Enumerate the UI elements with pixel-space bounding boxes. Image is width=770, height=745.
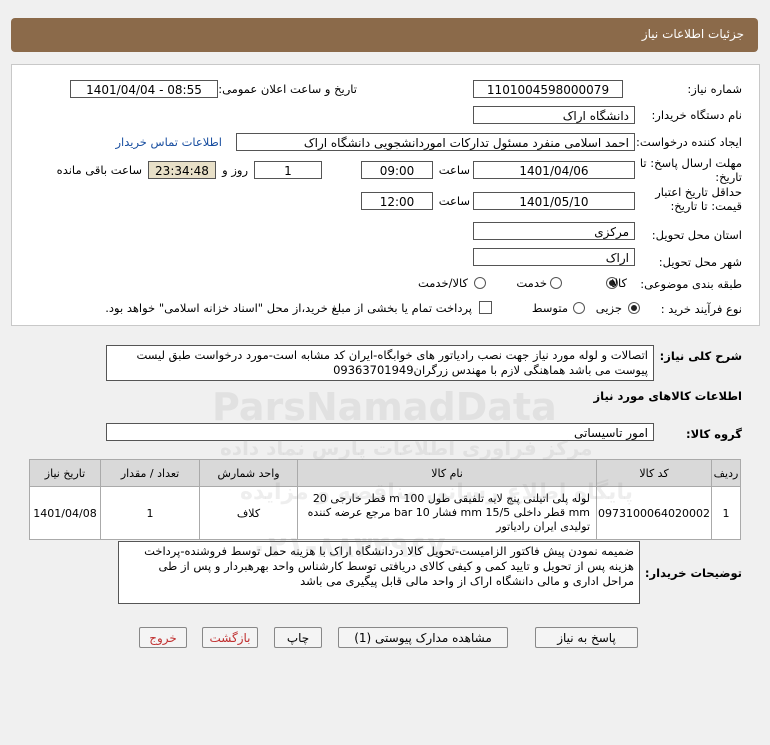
city-field: اراک <box>473 248 635 266</box>
buyer-notes-field: ضمیمه نمودن پیش فاکتور الزامیست-تحویل کا… <box>118 541 640 604</box>
deadline-label: مهلت ارسال پاسخ: تا تاریخ: <box>639 156 742 184</box>
col-name: نام کالا <box>297 459 598 487</box>
category-service-label: خدمت <box>516 276 547 290</box>
col-qty: تعداد / مقدار <box>100 459 201 487</box>
cell-unit: کلاف <box>199 486 299 540</box>
creator-field: احمد اسلامی منفرد مسئول تدارکات اموردانش… <box>236 133 635 151</box>
cell-name: لوله پلی اتیلنی پنج لایه تلفیقی طول m 10… <box>297 486 598 540</box>
attachments-button[interactable]: مشاهده مدارک پیوستی (1) <box>338 627 508 648</box>
category-goods-service-radio[interactable] <box>474 277 486 289</box>
page-title: جزئیات اطلاعات نیاز <box>641 27 744 41</box>
announce-label: تاریخ و ساعت اعلان عمومی: <box>218 82 357 96</box>
treasury-text: پرداخت تمام یا بخشی از مبلغ خرید،از محل … <box>105 301 472 315</box>
validity-time-label: ساعت <box>438 194 470 208</box>
remaining-time-field: 23:34:48 <box>148 161 216 179</box>
buyer-notes-label: توضیحات خریدار: <box>644 566 742 580</box>
goods-section-title: اطلاعات کالاهای مورد نیاز <box>593 389 742 403</box>
buyer-field: دانشگاه اراک <box>473 106 635 124</box>
treasury-checkbox[interactable] <box>479 301 492 314</box>
goods-table: ردیف کد کالا نام کالا واحد شمارش تعداد /… <box>28 459 741 540</box>
process-medium-label: متوسط <box>531 301 568 315</box>
goods-group-label: گروه کالا: <box>686 427 742 441</box>
cell-row: 1 <box>711 486 741 540</box>
print-button[interactable]: چاپ <box>274 627 322 648</box>
goods-group-field: امور تاسیساتی <box>106 423 654 441</box>
col-date: تاریخ نیاز <box>28 459 102 487</box>
province-field: مرکزی <box>473 222 635 240</box>
deadline-date-field: 1401/04/06 <box>473 161 635 179</box>
category-service-radio[interactable] <box>550 277 562 289</box>
col-unit: واحد شمارش <box>199 459 299 487</box>
process-label: نوع فرآیند خرید : <box>660 302 742 316</box>
validity-date-field: 1401/05/10 <box>473 192 635 210</box>
validity-label: حداقل تاریخ اعتبار قیمت: تا تاریخ: <box>655 185 742 213</box>
cell-qty: 1 <box>100 486 201 540</box>
back-button[interactable]: بازگشت <box>202 627 258 648</box>
buyer-label: نام دستگاه خریدار: <box>651 108 742 122</box>
announce-field: 1401/04/04 - 08:55 <box>70 80 218 98</box>
cell-code: 0973100064020002 <box>596 486 712 540</box>
contact-buyer-link[interactable]: اطلاعات تماس خریدار <box>115 135 222 149</box>
col-row: ردیف <box>711 459 741 487</box>
reply-button[interactable]: پاسخ به نیاز <box>535 627 638 648</box>
city-label: شهر محل تحویل: <box>658 255 742 269</box>
exit-button[interactable]: خروج <box>139 627 187 648</box>
need-number-field: 1101004598000079 <box>473 80 623 98</box>
category-label: طبقه بندی موضوعی: <box>640 277 742 291</box>
deadline-time-field: 09:00 <box>361 161 433 179</box>
creator-label: ایجاد کننده درخواست: <box>636 135 742 149</box>
col-code: کد کالا <box>596 459 712 487</box>
page-header: جزئیات اطلاعات نیاز <box>11 18 758 52</box>
description-field: اتصالات و لوله مورد نیاز جهت نصب رادیاتو… <box>106 345 654 381</box>
validity-time-field: 12:00 <box>361 192 433 210</box>
days-label: روز و <box>222 163 248 177</box>
category-goods-service-label: کالا/خدمت <box>417 276 468 290</box>
process-minor-radio[interactable] <box>628 302 640 314</box>
province-label: استان محل تحویل: <box>651 228 742 242</box>
deadline-time-label: ساعت <box>438 163 470 177</box>
remaining-label: ساعت باقی مانده <box>56 163 142 177</box>
days-field: 1 <box>254 161 322 179</box>
category-goods-label: کالا <box>611 276 627 290</box>
process-minor-label: جزیی <box>595 301 622 315</box>
description-label: شرح کلی نیاز: <box>659 349 742 363</box>
table-header-row: ردیف کد کالا نام کالا واحد شمارش تعداد /… <box>28 459 741 487</box>
table-row: 1 0973100064020002 لوله پلی اتیلنی پنج ل… <box>28 486 741 540</box>
need-number-label: شماره نیاز: <box>687 82 742 96</box>
process-medium-radio[interactable] <box>573 302 585 314</box>
cell-date: 1401/04/08 <box>28 486 102 540</box>
